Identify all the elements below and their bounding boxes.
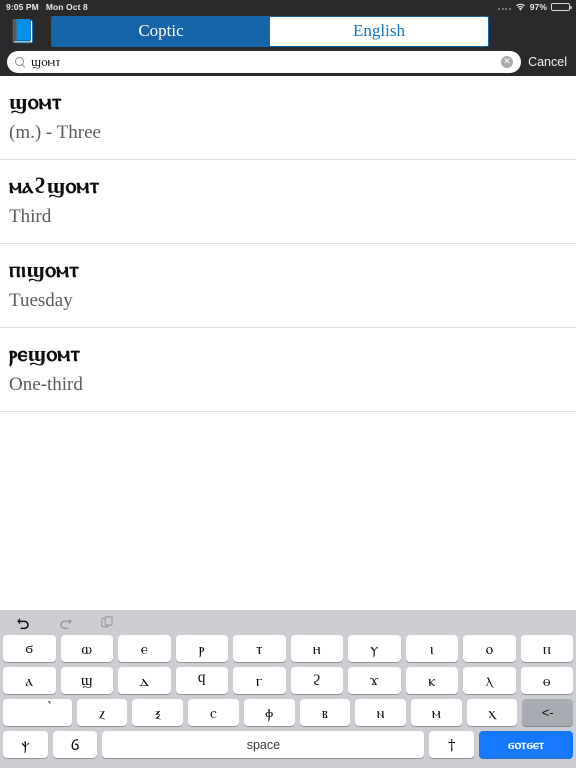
result-english-gloss: (m.) - Three [9, 122, 101, 144]
clear-search-icon[interactable]: ✕ [501, 56, 514, 68]
result-english-gloss: Third [9, 206, 52, 228]
key-upsilon[interactable]: ⲩ [348, 635, 401, 662]
keyboard-row-1: ϭ ⲱ ⲉ ⲣ ⲧ ⲏ ⲩ ⲓ ⲟ ⲡ [3, 635, 573, 662]
paste-icon [98, 614, 116, 632]
keyboard-rows: ϭ ⲱ ⲉ ⲣ ⲧ ⲏ ⲩ ⲓ ⲟ ⲡ ⲁ ϣ ⲇ ϥ ⲅ ϩ ϫ ⲕ ⲗ ⲑ … [0, 635, 576, 758]
search-key[interactable]: ϭⲟⲧϭⲉⲧ [479, 731, 574, 758]
key-cross[interactable]: † [429, 731, 475, 758]
result-coptic-word: ⲙⲁϩϣⲟⲙⲧ [9, 172, 100, 199]
status-date: Mon Oct 8 [45, 2, 88, 12]
tab-coptic[interactable]: Coptic [52, 16, 270, 46]
undo-icon[interactable] [14, 614, 32, 632]
key-old-coptic-cha[interactable]: ⳓ [52, 731, 98, 758]
key-kappa[interactable]: ⲕ [405, 667, 458, 694]
result-coptic-word: ⲡⲓϣⲟⲙⲧ [9, 256, 80, 283]
result-coptic-word: ϣⲟⲙⲧ [9, 89, 62, 115]
key-lambda[interactable]: ⲗ [463, 667, 516, 694]
key-epsilon[interactable]: ⲉ [118, 635, 171, 662]
redo-icon [56, 614, 74, 632]
key-xi[interactable]: ⲝ [132, 699, 184, 726]
key-vida[interactable]: ⲃ [299, 699, 351, 726]
key-alpha[interactable]: ⲁ [3, 667, 56, 694]
battery-percent-label: 97% [529, 2, 547, 12]
cancel-button[interactable]: Cancel [528, 55, 569, 69]
keyboard-row-4: ⲯ ⳓ space † ϭⲟⲧϭⲉⲧ [3, 731, 574, 758]
key-janja[interactable]: ϫ [348, 667, 401, 694]
key-omicron[interactable]: ⲟ [463, 635, 516, 662]
key-fai[interactable]: ϥ [175, 667, 228, 694]
backspace-key[interactable]: <- [522, 699, 574, 726]
search-bar: ϣⲟⲙⲧ ✕ Cancel [0, 48, 576, 76]
key-hori[interactable]: ϩ [290, 667, 343, 694]
list-item[interactable]: ϣⲟⲙⲧ (m.) - Three [0, 76, 576, 160]
keyboard-row-2: ⲁ ϣ ⲇ ϥ ⲅ ϩ ϫ ⲕ ⲗ ⲑ [3, 667, 573, 694]
key-gamma[interactable]: ⲅ [233, 667, 286, 694]
result-english-gloss: One-third [9, 374, 83, 396]
search-input[interactable]: ϣⲟⲙⲧ [31, 54, 495, 70]
key-delta[interactable]: ⲇ [118, 667, 171, 694]
blue-book-icon: 📘 [8, 17, 38, 44]
keyboard-toolbar [0, 610, 576, 635]
list-item[interactable]: ⲙⲁϩϣⲟⲙⲧ Third [0, 160, 576, 244]
language-segmented-control[interactable]: Coptic English [51, 15, 489, 47]
space-key[interactable]: space [102, 731, 425, 758]
key-khi[interactable]: ⲭ [466, 699, 518, 726]
key-ni[interactable]: ⲛ [355, 699, 406, 726]
result-english-gloss: Tuesday [9, 290, 73, 312]
list-item[interactable]: ⲡⲓϣⲟⲙⲧ Tuesday [0, 244, 576, 328]
key-omega[interactable]: ⲱ [60, 635, 113, 662]
battery-icon [551, 2, 572, 12]
key-sima[interactable]: ⲥ [188, 699, 239, 726]
status-bar-left: 9:05 PM Mon Oct 8 [6, 2, 88, 12]
status-bar-right: 97% [498, 2, 572, 12]
signal-dots-icon [498, 4, 511, 10]
key-ro[interactable]: ⲣ [175, 635, 228, 662]
tab-english[interactable]: English [270, 16, 488, 46]
status-bar: 9:05 PM Mon Oct 8 97% [0, 0, 576, 14]
key-phi[interactable]: ⲫ [243, 699, 295, 726]
key-ch[interactable]: ϭ [3, 635, 56, 662]
key-iota[interactable]: ⲓ [405, 635, 458, 662]
result-coptic-word: ⲣⲉϣⲟⲙⲧ [9, 340, 81, 367]
key-eta[interactable]: ⲏ [290, 635, 343, 662]
status-time: 9:05 PM [6, 2, 39, 12]
top-navigation-bar: 📘 Coptic English [0, 14, 576, 48]
key-jinkim-diacritic[interactable]: ` [3, 699, 72, 726]
wifi-icon [515, 3, 526, 11]
list-item[interactable]: ⲣⲉϣⲟⲙⲧ One-third [0, 328, 576, 412]
app-root: 9:05 PM Mon Oct 8 97% 📘 Coptic English ϣ… [0, 0, 576, 768]
search-field[interactable]: ϣⲟⲙⲧ ✕ [7, 51, 522, 73]
search-icon [15, 57, 25, 67]
key-psi[interactable]: ⲯ [3, 731, 48, 758]
key-shai[interactable]: ϣ [60, 667, 113, 694]
search-results-list: ϣⲟⲙⲧ (m.) - Three ⲙⲁϩϣⲟⲙⲧ Third ⲡⲓϣⲟⲙⲧ T… [0, 76, 576, 610]
keyboard-row-3: ` ⲍ ⲝ ⲥ ⲫ ⲃ ⲛ ⲙ ⲭ <- [3, 699, 574, 726]
on-screen-keyboard: ϭ ⲱ ⲉ ⲣ ⲧ ⲏ ⲩ ⲓ ⲟ ⲡ ⲁ ϣ ⲇ ϥ ⲅ ϩ ϫ ⲕ ⲗ ⲑ … [0, 610, 576, 768]
key-zeta[interactable]: ⲍ [76, 699, 128, 726]
key-pi[interactable]: ⲡ [520, 635, 573, 662]
key-theta[interactable]: ⲑ [520, 667, 573, 694]
key-tav[interactable]: ⲧ [233, 635, 286, 662]
key-mi[interactable]: ⲙ [410, 699, 462, 726]
